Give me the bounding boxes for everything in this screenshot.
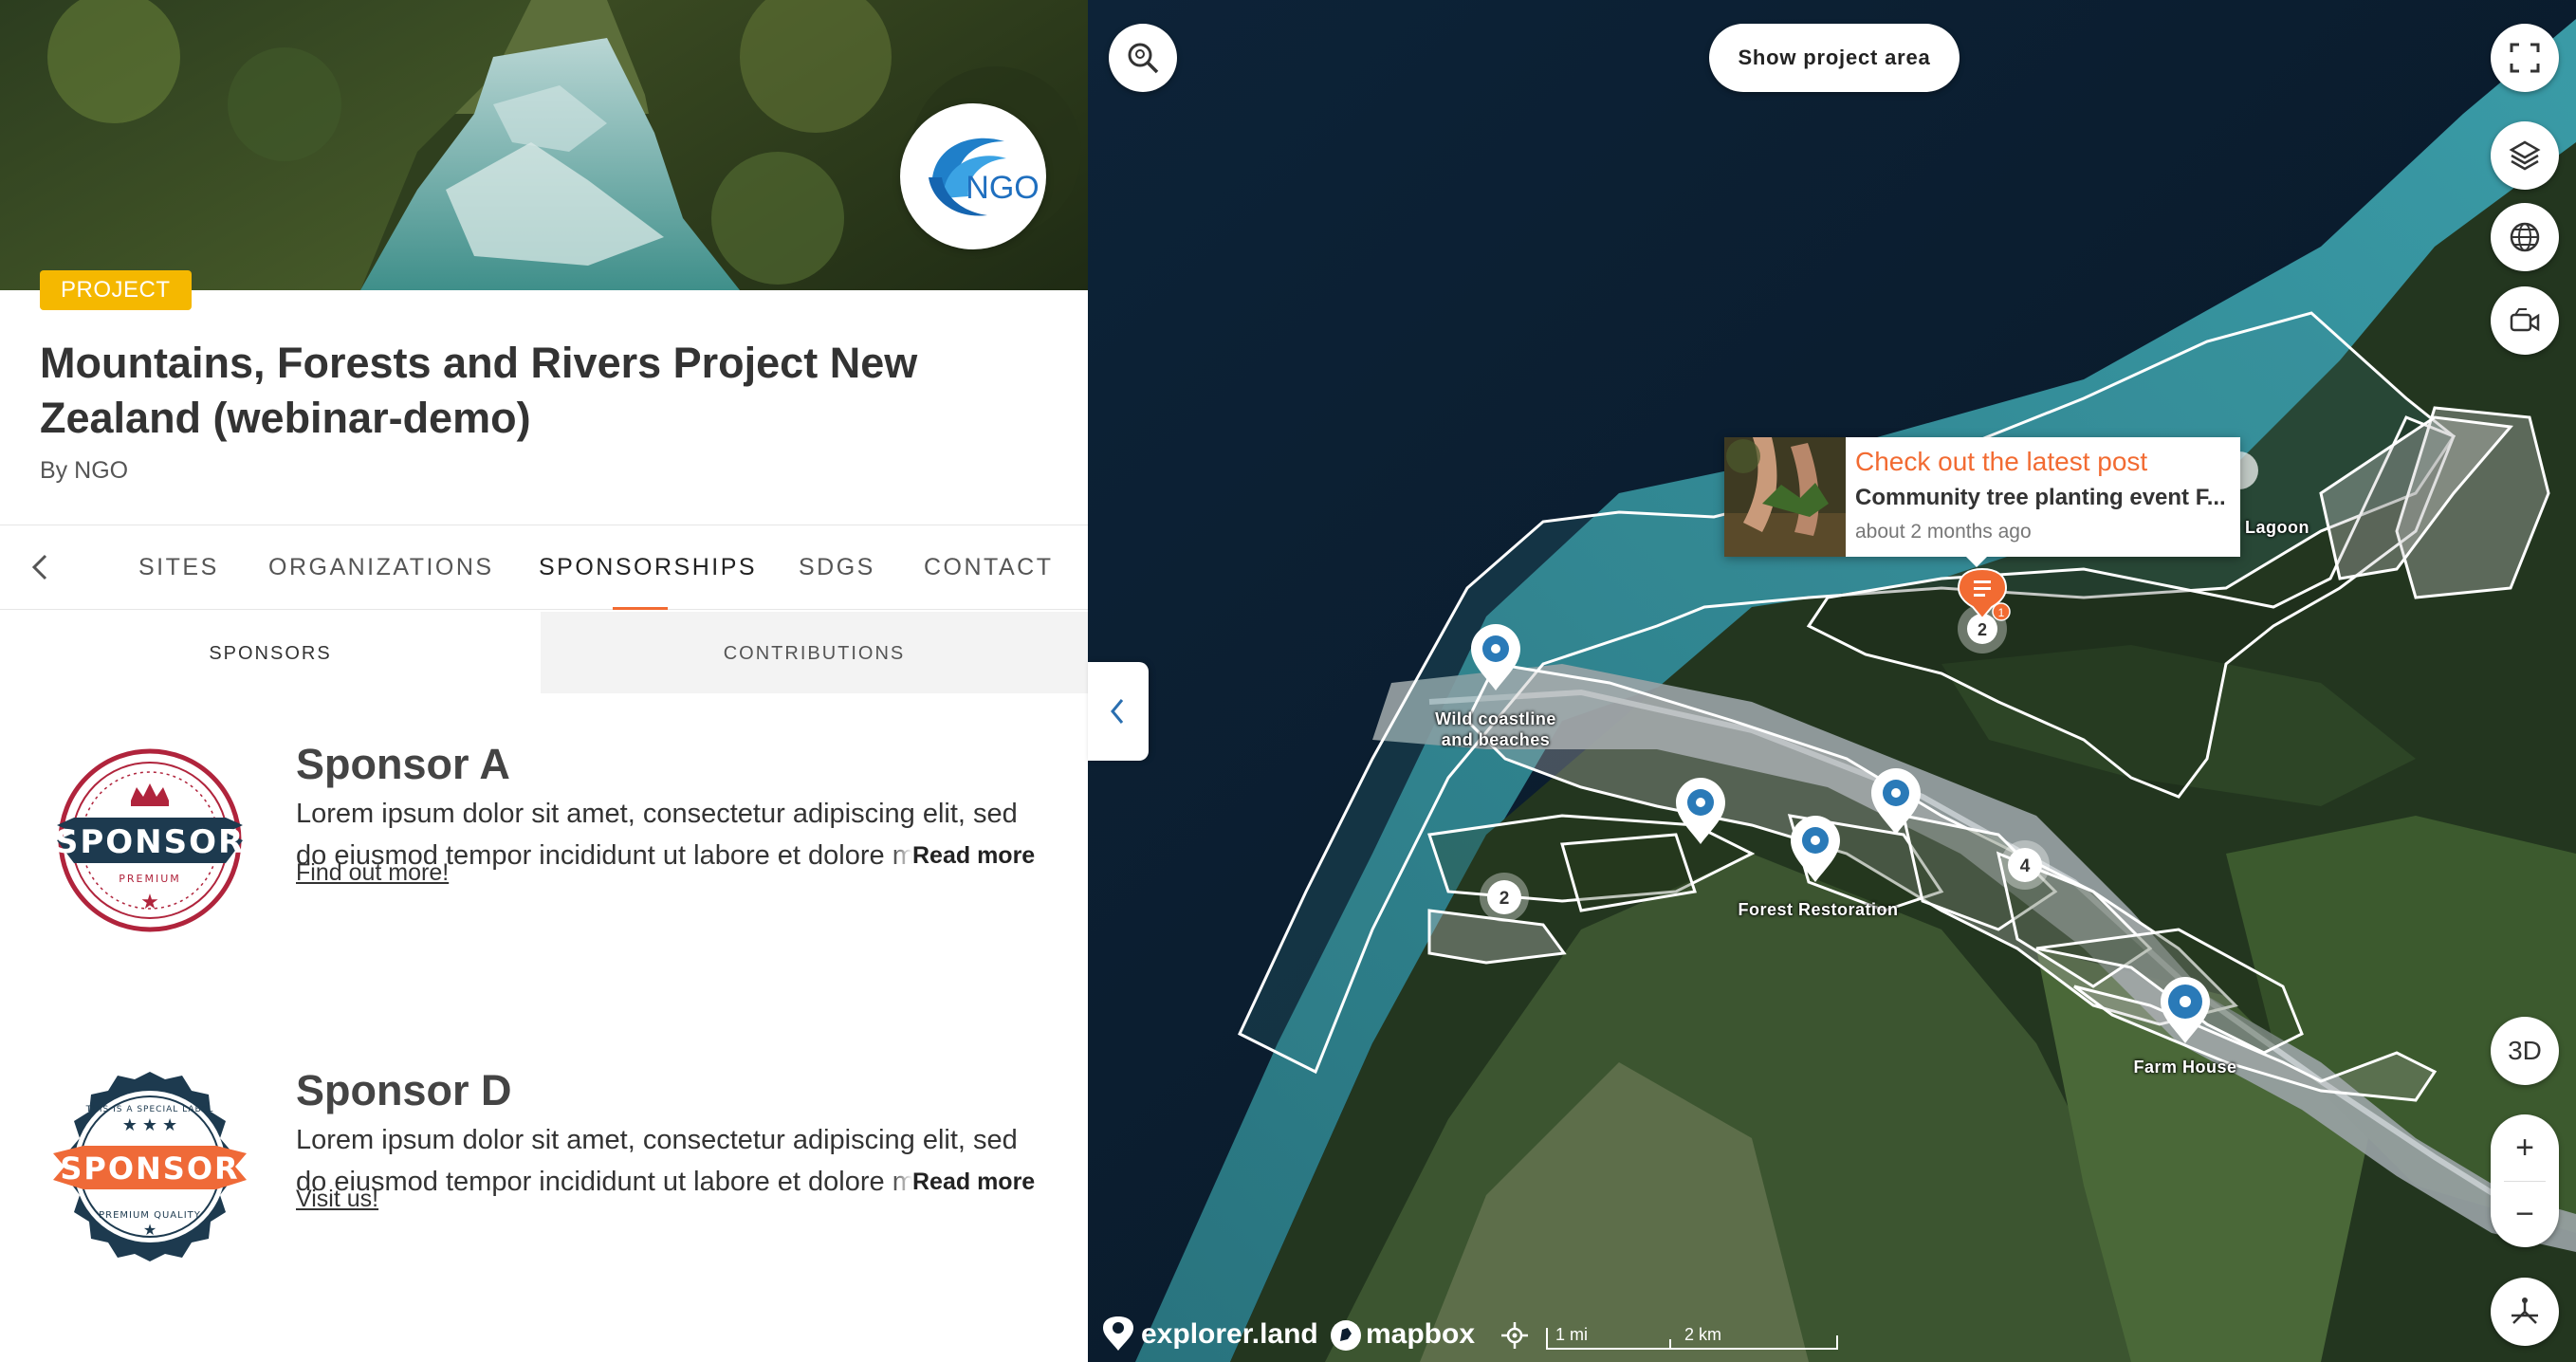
sponsor-name: Sponsor A (296, 740, 510, 788)
sponsor-d-logo-text: SPONSOR (60, 1150, 239, 1187)
show-project-area-button[interactable]: Show project area (1709, 24, 1960, 92)
zoom-to-fit-button[interactable] (1109, 24, 1177, 92)
project-panel: NGO PROJECT Mountains, Forests and River… (0, 0, 1088, 1362)
sponsor-d-logo[interactable]: ★ ★ ★ SPONSOR THIS IS A SPECIAL LABEL PR… (49, 1066, 250, 1267)
explorer-land-logo[interactable]: explorer.land (1141, 1318, 1318, 1351)
basemap-button[interactable] (2491, 203, 2559, 271)
zoom-in-button[interactable]: + (2491, 1114, 2559, 1181)
sponsor-a-logo[interactable]: SPONSOR PREMIUM ★ (49, 740, 250, 941)
sponsor-name: Sponsor D (296, 1066, 512, 1114)
toggle-3d-label: 3D (2508, 1036, 2542, 1065)
svg-text:★ ★ ★: ★ ★ ★ (122, 1115, 177, 1134)
scale-label-mi: 1 mi (1555, 1325, 1589, 1344)
layers-button[interactable] (2491, 121, 2559, 190)
tab-organizations[interactable]: ORGANIZATIONS (268, 554, 494, 581)
sponsor-a-logo-text: SPONSOR (55, 823, 245, 861)
sponsor-a-logo-subtext: PREMIUM (119, 873, 181, 885)
zoom-controls: + − (2491, 1114, 2559, 1247)
ngo-logo: NGO (900, 103, 1046, 249)
mapbox-logo[interactable]: mapbox (1366, 1318, 1475, 1351)
popup-post-title[interactable]: Community tree planting event F... (1855, 485, 2235, 511)
tab-sponsorships[interactable]: SPONSORSHIPS (539, 554, 757, 581)
map-label-farm-house: Farm House (2133, 1058, 2237, 1077)
map-label-line: and beaches (1441, 730, 1551, 749)
tab-sdgs[interactable]: SDGS (799, 554, 875, 581)
fullscreen-icon (2510, 43, 2540, 73)
tab-contact[interactable]: CONTACT (924, 554, 1053, 581)
cluster-count: 4 (2020, 856, 2031, 876)
zoom-out-button[interactable]: − (2491, 1181, 2559, 1247)
project-byline: By NGO (40, 457, 128, 485)
tab-sites[interactable]: SITES (138, 554, 219, 581)
sponsor-card: ★ ★ ★ SPONSOR THIS IS A SPECIAL LABEL PR… (0, 1066, 1088, 1313)
active-tab-indicator (613, 607, 668, 610)
ngo-logo-text: NGO (966, 170, 1039, 206)
popup-title[interactable]: Check out the latest post (1855, 447, 2147, 477)
mapbox-logo-icon (1331, 1320, 1361, 1351)
svg-text:★: ★ (140, 890, 159, 913)
map-markers: 2 4 2 1 (1471, 451, 2258, 1043)
tabs-scroll-left-icon[interactable] (25, 550, 59, 584)
sponsor-card: SPONSOR PREMIUM ★ Sponsor A Lorem ipsum … (0, 740, 1088, 986)
toggle-3d-button[interactable]: 3D (2491, 1017, 2559, 1085)
cluster-count: 2 (1500, 889, 1510, 909)
map-label-line: Wild coastline (1435, 709, 1556, 728)
sponsor-d-logo-bottom-text: PREMIUM QUALITY (99, 1210, 201, 1221)
explorer-logo-icon (1103, 1316, 1133, 1351)
fullscreen-button[interactable] (2491, 24, 2559, 92)
svg-text:★: ★ (143, 1223, 156, 1239)
project-badge: PROJECT (40, 270, 192, 310)
chevron-left-icon (1111, 699, 1124, 724)
byline-prefix: By (40, 457, 68, 484)
sponsor-link[interactable]: Find out more! (296, 859, 449, 887)
map-pin-forest-restoration[interactable] (1791, 816, 1840, 882)
organization-link[interactable]: NGO (74, 457, 128, 484)
cluster-count: 2 (1978, 620, 1987, 639)
map-pin-wild-coastline[interactable] (1471, 624, 1520, 690)
map-cluster-left[interactable]: 2 (1480, 873, 1529, 922)
tripod-icon (2512, 1298, 2538, 1324)
map-view[interactable]: 2 4 2 1 Wild coastline and beaches Fores… (1088, 0, 2576, 1362)
layers-icon (2509, 140, 2541, 171)
sponsor-link[interactable]: Visit us! (296, 1186, 378, 1213)
map-cluster-right[interactable]: 4 (2000, 840, 2050, 890)
search-location-icon (1128, 43, 1159, 74)
sponsorship-subtabs: SPONSORS CONTRIBUTIONS (0, 612, 1088, 693)
collapse-panel-button[interactable] (1088, 662, 1149, 761)
project-title: Mountains, Forests and Rivers Project Ne… (40, 339, 918, 442)
scale-label-km: 2 km (1684, 1325, 1722, 1344)
globe-icon (2510, 222, 2540, 252)
read-more-button[interactable]: Read more (892, 838, 1036, 873)
compass-button[interactable] (2491, 1278, 2559, 1346)
section-tabs: SITES ORGANIZATIONS SPONSORSHIPS SDGS CO… (0, 525, 1088, 610)
map-pin-forest-right[interactable] (1871, 768, 1921, 835)
post-badge-count: 1 (1998, 606, 2005, 619)
subtab-contributions[interactable]: CONTRIBUTIONS (541, 612, 1088, 693)
map-pin-farm-house[interactable] (2161, 977, 2210, 1043)
subtab-sponsors[interactable]: SPONSORS (0, 612, 541, 693)
read-more-button[interactable]: Read more (892, 1165, 1036, 1199)
video-tour-button[interactable] (2491, 286, 2559, 355)
video-camera-icon (2510, 308, 2540, 332)
map-label-forest-restoration: Forest Restoration (1738, 900, 1899, 919)
popup-pointer (1965, 556, 1988, 567)
map-label-lagoon: r Lagoon (2233, 518, 2309, 537)
popup-timestamp: about 2 months ago (1855, 521, 2032, 543)
map-label-wild-coastline: Wild coastline and beaches (1410, 709, 1581, 750)
map-pin-forest-left[interactable] (1676, 778, 1725, 844)
latest-post-popup[interactable]: Check out the latest post Community tree… (1724, 437, 2240, 557)
location-icon[interactable] (1501, 1322, 1528, 1349)
post-thumbnail (1724, 437, 1846, 557)
sponsor-d-logo-top-text: THIS IS A SPECIAL LABEL (85, 1105, 214, 1114)
